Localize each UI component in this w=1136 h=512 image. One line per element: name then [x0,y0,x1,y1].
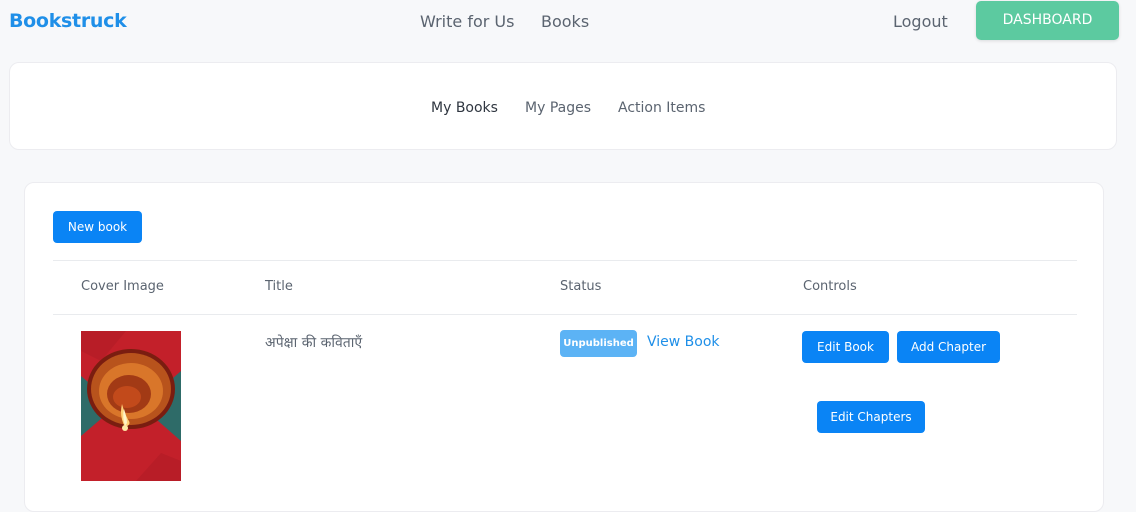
nav-write-for-us[interactable]: Write for Us [420,12,514,31]
tabs-card: My Books My Pages Action Items [9,62,1117,150]
tab-action-items[interactable]: Action Items [618,100,705,116]
tab-my-books[interactable]: My Books [431,100,498,116]
nav-books[interactable]: Books [541,12,589,31]
view-book-link[interactable]: View Book [647,334,720,350]
brand-logo[interactable]: Bookstruck [9,10,127,32]
header-status: Status [560,279,602,294]
dashboard-button[interactable]: DASHBOARD [976,1,1119,40]
status-badge: Unpublished [560,330,637,357]
books-card: New book Cover Image Title Status Contro… [24,182,1104,512]
header-cover-image: Cover Image [81,279,164,294]
book-title: अपेक्षा की कविताएँ [265,335,363,351]
divider [53,260,1077,261]
top-navbar: Bookstruck Write for Us Books Logout DAS… [0,0,1136,42]
nav-logout[interactable]: Logout [893,12,948,31]
diya-lamp-image [81,331,181,481]
divider [53,314,1077,315]
tab-my-pages[interactable]: My Pages [525,100,591,116]
header-controls: Controls [803,279,857,294]
edit-chapters-button[interactable]: Edit Chapters [817,401,925,433]
add-chapter-button[interactable]: Add Chapter [897,331,1000,363]
edit-book-button[interactable]: Edit Book [802,331,889,363]
book-cover-image[interactable] [81,331,181,481]
header-title: Title [265,279,293,294]
new-book-button[interactable]: New book [53,211,142,243]
